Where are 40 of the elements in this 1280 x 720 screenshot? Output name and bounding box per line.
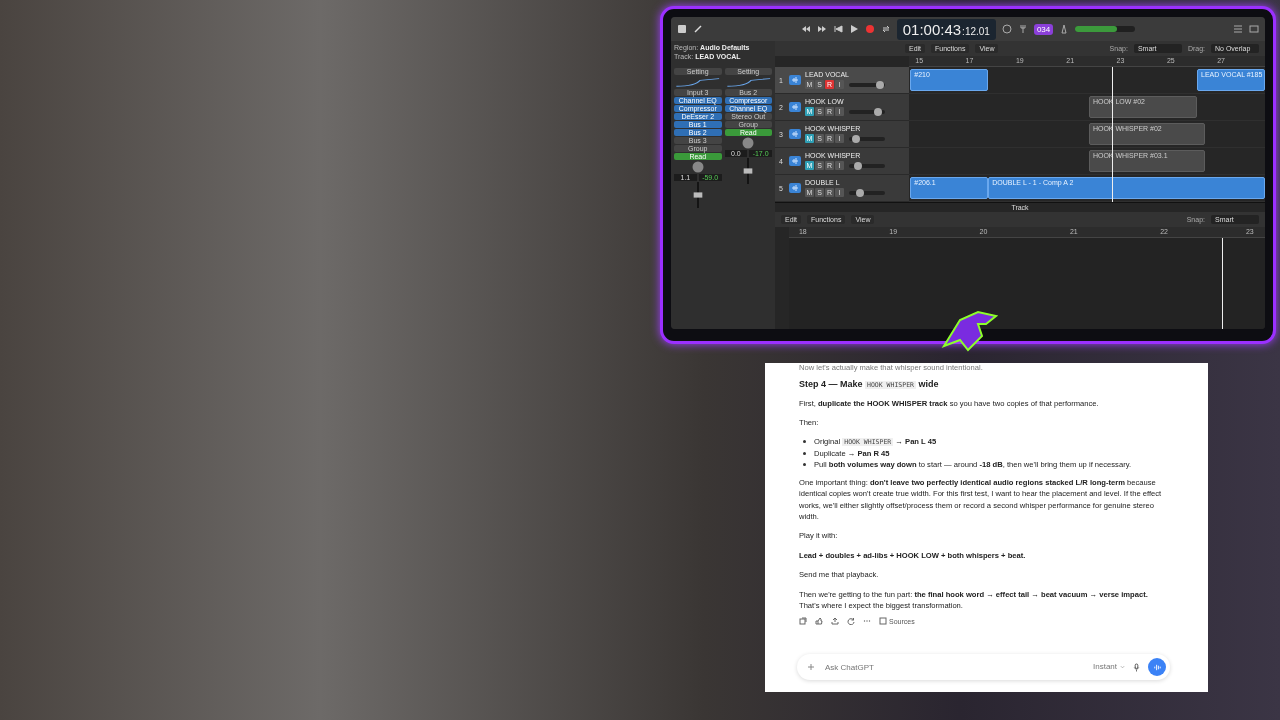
waveform-icon (789, 129, 801, 139)
play-icon[interactable] (848, 24, 859, 34)
copy-icon[interactable] (799, 617, 807, 626)
waveform-icon (789, 102, 801, 112)
bullet-icon (803, 463, 806, 467)
bullet-icon (803, 452, 806, 456)
regenerate-icon[interactable] (847, 617, 855, 626)
pencil-icon[interactable] (693, 24, 703, 34)
timecode-display: 01:00:43:12.01 (896, 18, 996, 40)
model-selector[interactable]: Instant (1093, 661, 1125, 673)
volume-slider[interactable] (849, 190, 885, 195)
share-icon[interactable] (831, 617, 839, 626)
volume-slider[interactable] (849, 109, 885, 114)
pan-knob-icon[interactable] (691, 161, 704, 173)
metronome-icon[interactable] (1059, 24, 1070, 34)
bullet-icon (803, 440, 806, 444)
volume-slider[interactable] (849, 82, 885, 87)
skip-to-start-icon[interactable] (832, 24, 843, 34)
rewind-icon[interactable] (800, 24, 811, 34)
message-field[interactable]: Ask ChatGPT Instant (797, 654, 1170, 680)
sources-icon (879, 617, 887, 626)
volume-slider[interactable] (849, 136, 885, 141)
sound-wave-icon (1152, 662, 1162, 672)
eq-curve-icon[interactable] (724, 76, 772, 88)
waveform-icon (789, 156, 801, 166)
master-volume-slider[interactable] (1075, 26, 1136, 32)
microphone-icon[interactable] (1133, 662, 1140, 672)
waveform-icon (789, 75, 801, 85)
fast-forward-icon[interactable] (816, 24, 827, 34)
waveform-icon (789, 183, 801, 193)
browser-icon[interactable] (1249, 24, 1259, 34)
pan-knob-icon[interactable] (742, 137, 755, 149)
voice-mode-button[interactable] (1148, 658, 1166, 676)
record-icon[interactable] (864, 24, 875, 34)
cycle-icon[interactable] (880, 24, 891, 34)
thumbs-icon[interactable] (815, 617, 823, 626)
eq-curve-icon[interactable] (674, 76, 722, 88)
caret-icon (1120, 665, 1125, 669)
count-in-badge[interactable]: 034 (1033, 23, 1054, 35)
volume-slider[interactable] (849, 163, 885, 168)
